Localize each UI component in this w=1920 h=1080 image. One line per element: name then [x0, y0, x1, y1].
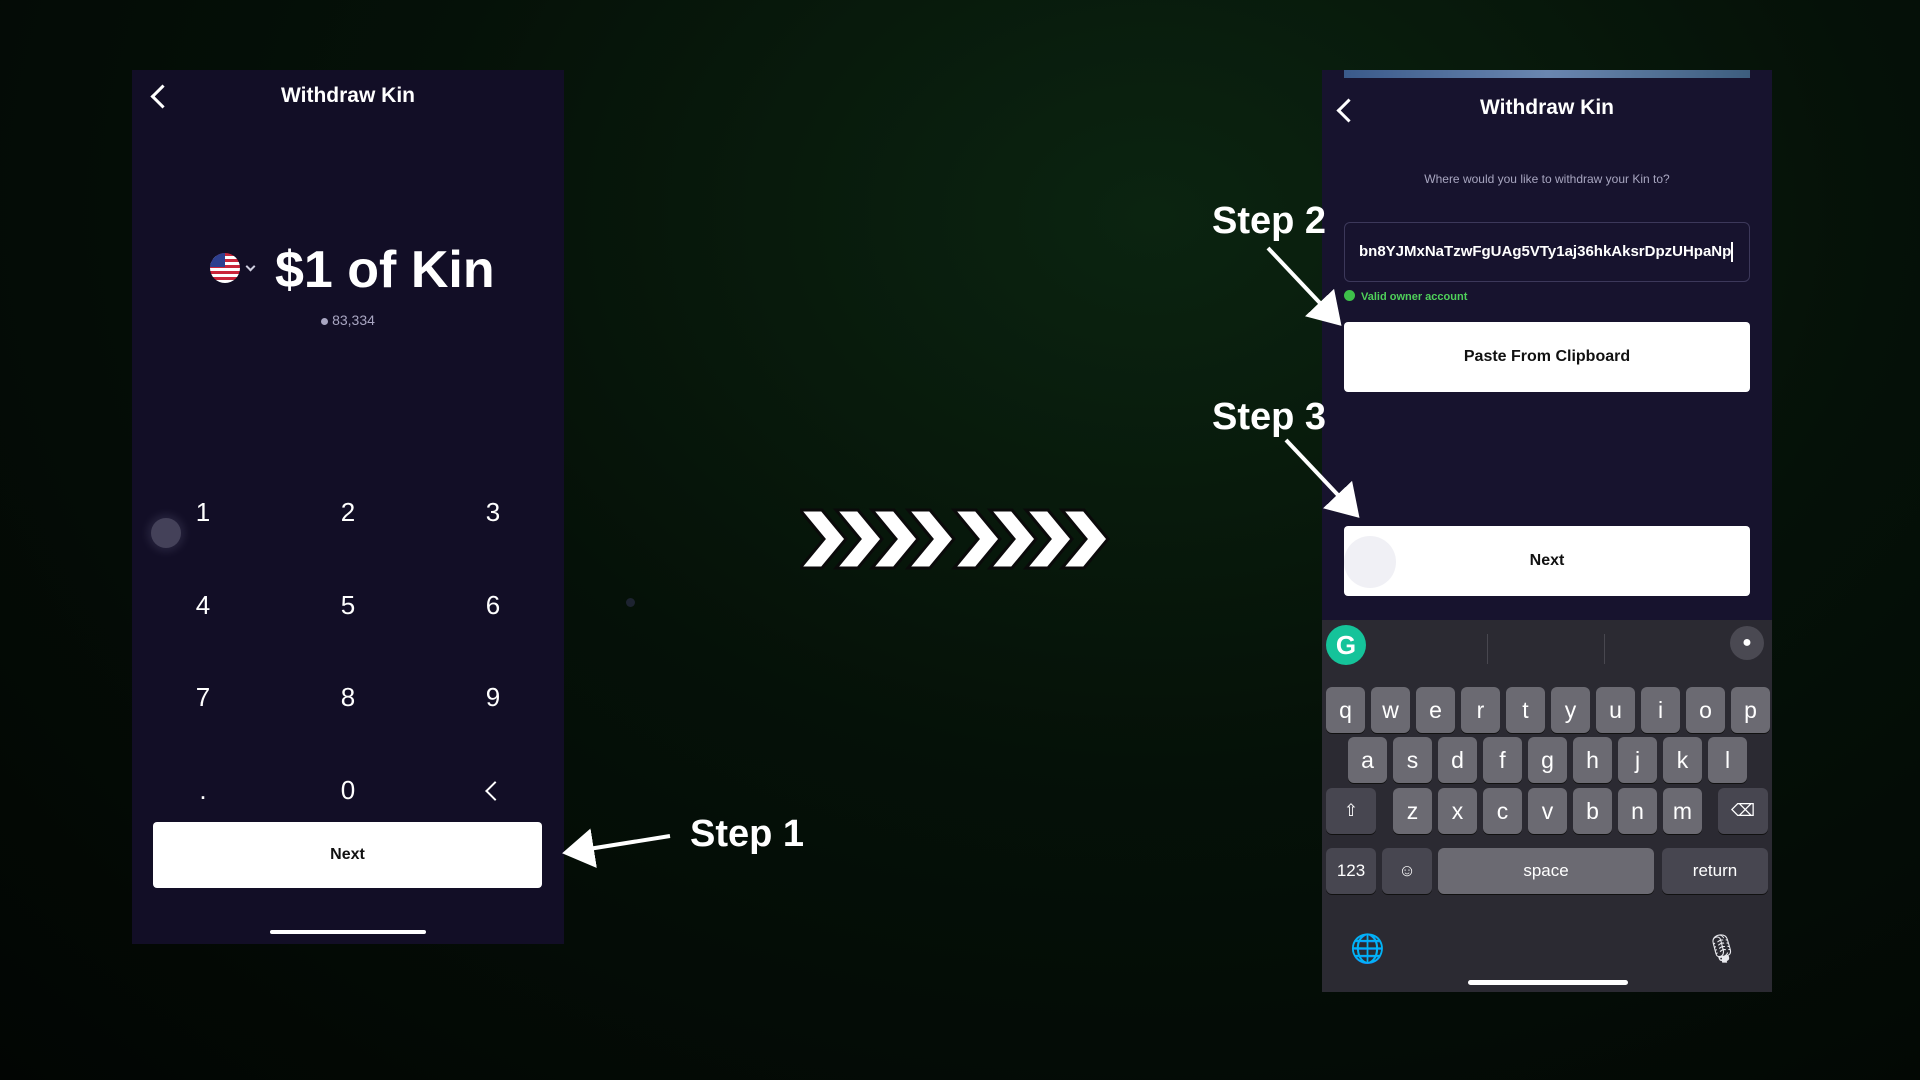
arrow-step-1	[562, 828, 671, 868]
arrow-step-3	[1284, 438, 1360, 518]
annotation-arrows	[562, 246, 1360, 868]
arrow-step-2	[1266, 246, 1342, 326]
